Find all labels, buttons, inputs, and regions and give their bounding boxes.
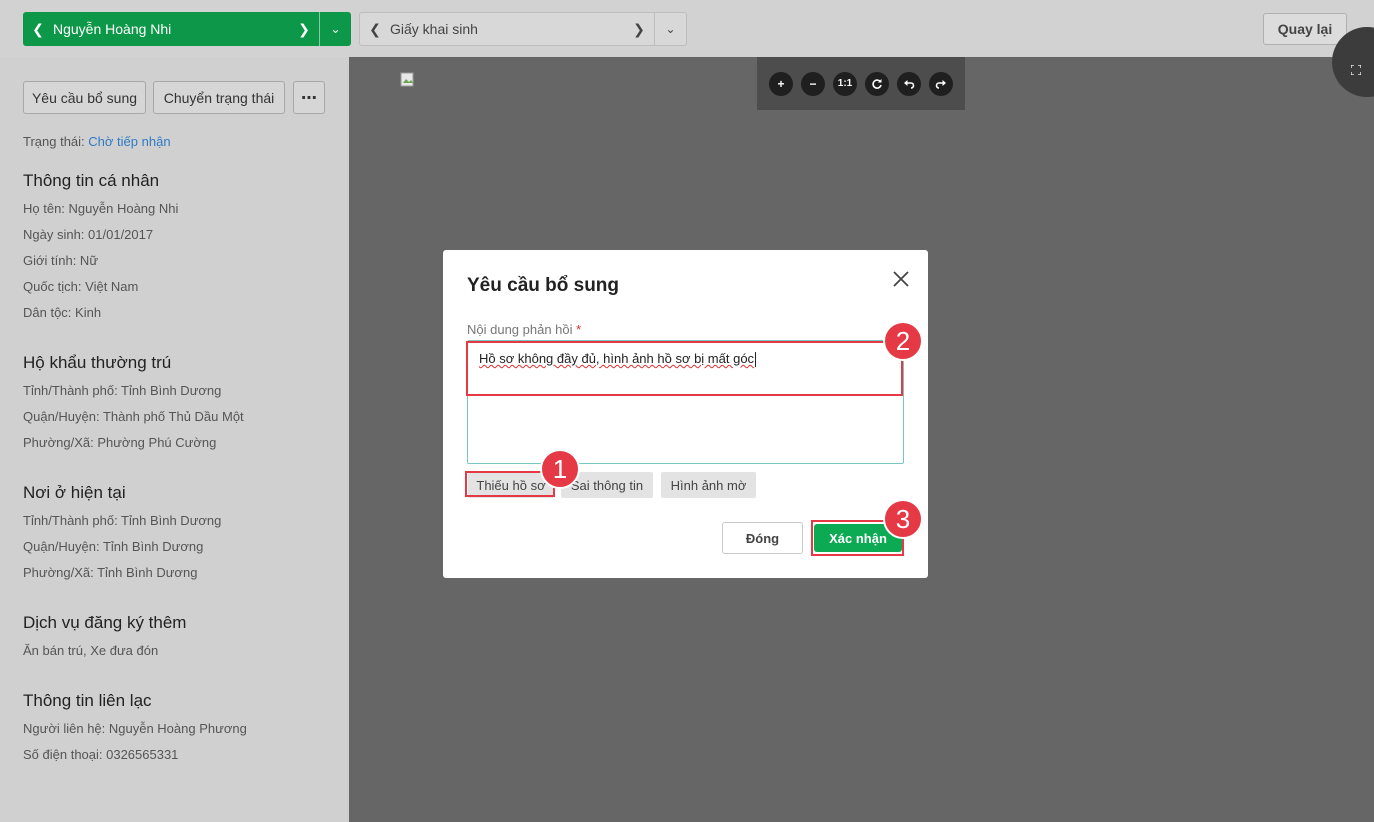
- field-birth-date: Ngày sinh: 01/01/2017: [23, 227, 154, 242]
- close-icon[interactable]: [891, 269, 911, 289]
- field-phone: Số điện thoại: 0326565331: [23, 747, 179, 762]
- section-title-current-residence: Nơi ở hiện tại: [23, 483, 126, 502]
- feedback-field-label: Nội dung phản hồi *: [467, 322, 581, 337]
- field-province: Tỉnh/Thành phố: Tỉnh Bình Dương: [23, 513, 222, 528]
- close-button[interactable]: Đóng: [722, 522, 803, 554]
- step-badge-3: 3: [883, 499, 923, 539]
- status-value: Chờ tiếp nhận: [88, 134, 171, 149]
- chip-blurry-image[interactable]: Hình ảnh mờ: [661, 472, 756, 498]
- field-services: Ăn bán trú, Xe đưa đón: [23, 643, 159, 658]
- field-province: Tỉnh/Thành phố: Tỉnh Bình Dương: [23, 383, 222, 398]
- document-type: Giấy khai sinh: [390, 21, 478, 37]
- back-button[interactable]: Quay lại: [1263, 13, 1347, 45]
- zoom-out-icon[interactable]: −: [801, 71, 825, 96]
- fullscreen-icon: [1351, 65, 1361, 75]
- field-district: Quận/Huyện: Tỉnh Bình Dương: [23, 539, 204, 554]
- undo-icon[interactable]: [897, 71, 921, 96]
- dialog-title: Yêu cầu bổ sung: [467, 275, 620, 296]
- more-options-button[interactable]: ⋯: [293, 81, 325, 114]
- zoom-toolbar: + − 1:1: [757, 57, 965, 110]
- broken-image-icon: [400, 72, 414, 87]
- step-badge-2: 2: [883, 321, 923, 361]
- field-full-name: Họ tên: Nguyễn Hoàng Nhi: [23, 201, 179, 216]
- zoom-in-icon[interactable]: +: [769, 71, 793, 96]
- field-district: Quận/Huyện: Thành phố Thủ Dầu Một: [23, 409, 244, 424]
- field-gender: Giới tính: Nữ: [23, 253, 99, 268]
- field-ward: Phường/Xã: Tỉnh Bình Dương: [23, 565, 198, 580]
- top-bar: ❮ Nguyễn Hoàng Nhi ❯ ⌄ ❮ Giấy khai sinh …: [0, 0, 1374, 57]
- section-title-extra-services: Dịch vụ đăng ký thêm: [23, 613, 187, 632]
- info-sidebar: Yêu cầu bổ sung Chuyển trạng thái ⋯ Trạn…: [0, 57, 349, 822]
- change-status-button[interactable]: Chuyển trạng thái: [153, 81, 285, 114]
- redo-icon[interactable]: [929, 71, 953, 96]
- student-selector[interactable]: ❮ Nguyễn Hoàng Nhi ❯ ⌄: [23, 12, 351, 46]
- previous-document-icon[interactable]: ❮: [360, 21, 390, 38]
- request-more-button[interactable]: Yêu cầu bổ sung: [23, 81, 146, 114]
- section-title-contact: Thông tin liên lạc: [23, 691, 152, 710]
- student-name: Nguyễn Hoàng Nhi: [53, 21, 172, 37]
- previous-student-icon[interactable]: ❮: [23, 21, 53, 38]
- field-ward: Phường/Xã: Phường Phú Cường: [23, 435, 217, 450]
- field-ethnicity: Dân tộc: Kinh: [23, 305, 102, 320]
- rotate-right-icon[interactable]: [865, 71, 889, 96]
- feedback-label-text: Nội dung phản hồi: [467, 322, 573, 337]
- section-title-personal: Thông tin cá nhân: [23, 171, 160, 190]
- chevron-down-icon[interactable]: ⌄: [655, 22, 686, 36]
- status-label: Trạng thái:: [23, 134, 85, 149]
- next-student-icon[interactable]: ❯: [289, 21, 319, 38]
- section-title-permanent-address: Hộ khẩu thường trú: [23, 353, 172, 372]
- next-document-icon[interactable]: ❯: [624, 21, 654, 38]
- field-nationality: Quốc tịch: Việt Nam: [23, 279, 139, 294]
- highlight-box-2: [466, 341, 903, 396]
- document-selector[interactable]: ❮ Giấy khai sinh ❯ ⌄: [359, 12, 687, 46]
- chevron-down-icon[interactable]: ⌄: [320, 22, 351, 36]
- field-contact-person: Người liên hệ: Nguyễn Hoàng Phương: [23, 721, 247, 736]
- actual-size-icon[interactable]: 1:1: [833, 71, 857, 96]
- status-row: Trạng thái: Chờ tiếp nhận: [23, 134, 171, 149]
- required-mark: *: [576, 322, 582, 337]
- step-badge-1: 1: [540, 449, 580, 489]
